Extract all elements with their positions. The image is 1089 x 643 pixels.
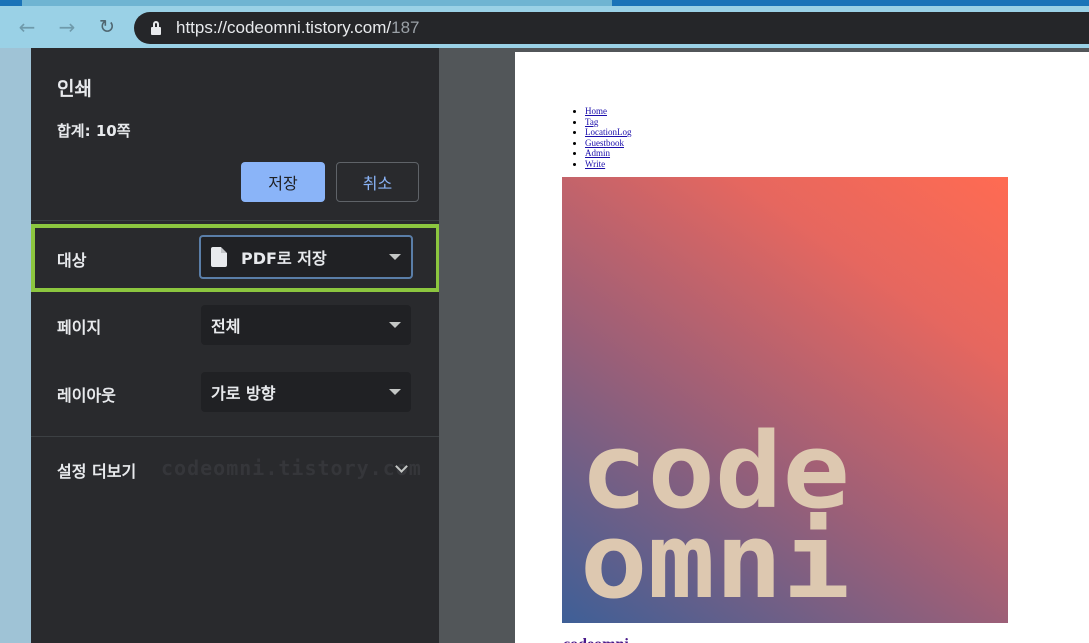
dropdown-caret-icon: [389, 389, 401, 395]
divider-top: [31, 220, 439, 221]
dropdown-caret-icon: [389, 322, 401, 328]
lock-icon[interactable]: [150, 21, 162, 35]
destination-label: 대상: [57, 251, 87, 270]
layout-value: 가로 방향: [211, 384, 276, 403]
document-icon: [211, 247, 227, 267]
preview-link[interactable]: Write: [585, 159, 605, 169]
divider-bottom: [31, 436, 439, 437]
cover-image: code omni: [562, 177, 1008, 623]
print-preview: Home Tag LocationLog Guestbook Admin Wri…: [439, 48, 1089, 643]
preview-nav-list: Home Tag LocationLog Guestbook Admin Wri…: [585, 106, 632, 170]
page-total: 합계: 10쪽: [57, 122, 131, 140]
cover-word-omni: omni: [580, 500, 850, 622]
watermark: codeomni.tistory.com: [161, 456, 422, 480]
preview-link[interactable]: Tag: [585, 117, 598, 127]
cancel-button[interactable]: 취소: [336, 162, 419, 202]
url-host: https://codeomni.tistory.com/: [176, 18, 392, 37]
preview-page: Home Tag LocationLog Guestbook Admin Wri…: [515, 52, 1089, 643]
list-item: Tag: [585, 117, 632, 128]
list-item: Home: [585, 106, 632, 117]
address-bar[interactable]: https://codeomni.tistory.com/187: [134, 12, 1089, 44]
more-settings-toggle[interactable]: 설정 더보기: [57, 458, 136, 482]
pages-select[interactable]: 전체: [201, 305, 411, 345]
list-item: Write: [585, 159, 632, 170]
preview-link[interactable]: LocationLog: [585, 127, 632, 137]
browser-toolbar: ← → ↻ https://codeomni.tistory.com/187: [0, 6, 1089, 48]
back-icon[interactable]: ←: [14, 14, 40, 40]
layout-select[interactable]: 가로 방향: [201, 372, 411, 412]
forward-icon[interactable]: →: [54, 14, 80, 40]
url-text[interactable]: https://codeomni.tistory.com/187: [176, 18, 419, 38]
preview-link[interactable]: Guestbook: [585, 138, 624, 148]
preview-link[interactable]: Admin: [585, 148, 610, 158]
save-button[interactable]: 저장: [241, 162, 325, 202]
pages-value: 전체: [211, 317, 241, 336]
destination-select[interactable]: PDF로 저장: [199, 235, 413, 279]
print-settings-panel: 인쇄 합계: 10쪽 저장 취소 대상 PDF로 저장 페이지 전체 레이아웃 …: [31, 48, 440, 643]
list-item: Admin: [585, 148, 632, 159]
preview-link[interactable]: Home: [585, 106, 607, 116]
destination-value: PDF로 저장: [241, 249, 327, 268]
reload-icon[interactable]: ↻: [94, 14, 120, 40]
url-path: 187: [391, 18, 420, 37]
print-title: 인쇄: [57, 78, 92, 100]
dropdown-caret-icon: [389, 254, 401, 260]
preview-blog-title: codeomni: [563, 636, 629, 643]
list-item: Guestbook: [585, 138, 632, 149]
layout-label: 레이아웃: [57, 386, 116, 405]
pages-label: 페이지: [57, 318, 102, 337]
list-item: LocationLog: [585, 127, 632, 138]
